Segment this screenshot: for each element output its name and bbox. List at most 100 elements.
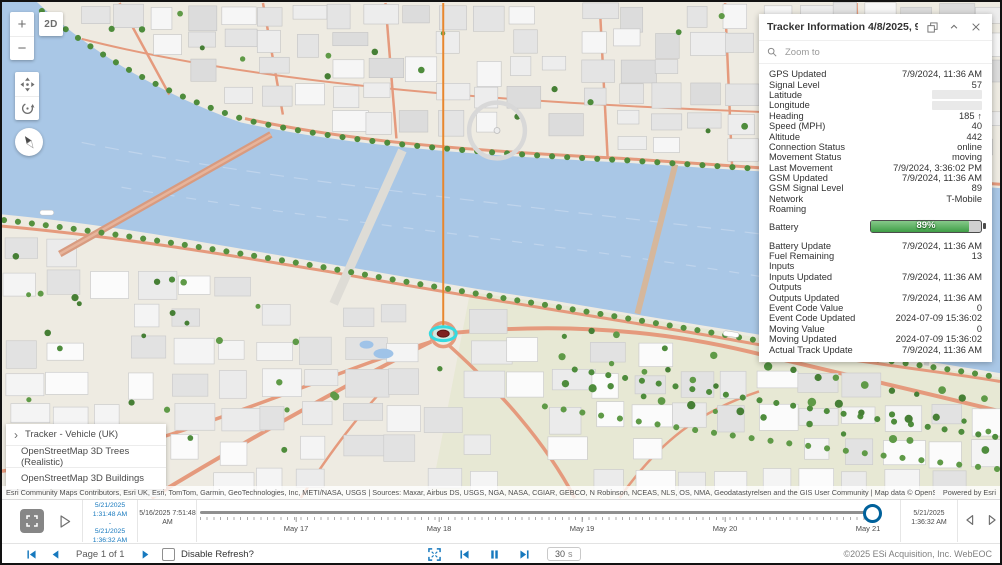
field-value: 40 xyxy=(972,121,982,131)
tracker-field-row: Event Code Updated 2024-07-09 15:36:02 xyxy=(769,313,982,323)
tracker-field-row: Altitude 442 xyxy=(769,131,982,141)
skip-to-end-button[interactable] xyxy=(517,547,532,562)
timeline-day-label: May 21 xyxy=(856,524,881,533)
expand-extent-icon xyxy=(26,515,38,527)
zoom-in-button[interactable]: + xyxy=(10,12,34,36)
field-label: Actual Track Update xyxy=(769,345,853,355)
heading-arrow-icon: ↑ xyxy=(978,111,983,121)
tracker-field-row: Outputs xyxy=(769,282,982,292)
boat xyxy=(40,210,54,215)
field-label: Network xyxy=(769,194,803,204)
fit-extent-button[interactable] xyxy=(427,547,442,562)
previous-page-icon xyxy=(49,548,62,561)
zoom-to-search xyxy=(759,40,992,64)
tracker-info-panel: Tracker Information 4/8/2025, 9:49 AM xyxy=(759,14,992,362)
previous-page-button[interactable] xyxy=(48,547,63,562)
field-label: Movement Status xyxy=(769,152,841,162)
pagination: Page 1 of 1 xyxy=(24,544,177,564)
layer-label: Tracker - Vehicle (UK) xyxy=(25,429,118,440)
interval-value: 30 xyxy=(555,549,565,559)
close-button[interactable] xyxy=(968,19,984,35)
field-value: 7/9/2024, 11:36 AM xyxy=(902,293,982,303)
powered-by-esri: Powered by Esri xyxy=(943,488,996,497)
compass-needle-icon xyxy=(19,132,39,152)
timeline-slider-handle[interactable] xyxy=(863,504,882,523)
field-value: 89 xyxy=(972,183,982,193)
timeline-play-button[interactable] xyxy=(52,509,76,533)
tracker-location-highlight[interactable] xyxy=(430,327,456,341)
dock-icon xyxy=(927,22,938,33)
pan-icon xyxy=(20,77,35,92)
search-icon xyxy=(767,47,777,57)
field-label: GSM Signal Level xyxy=(769,183,843,193)
field-label: Fuel Remaining xyxy=(769,251,834,261)
field-value: moving xyxy=(952,152,982,162)
field-label: Inputs xyxy=(769,261,794,271)
tracker-field-row: Roaming xyxy=(769,204,982,214)
skip-to-start-button[interactable] xyxy=(457,547,472,562)
time-slider: 5/21/2025 1:31:48 AM - 5/21/2025 1:36:32… xyxy=(2,499,1000,544)
field-value: 7/9/2024, 3:36:02 PM xyxy=(893,163,982,173)
field-value: 7/9/2024, 11:36 AM xyxy=(902,241,982,251)
playback-controls: 30 s xyxy=(427,544,581,564)
timeline-current-window[interactable]: 5/21/2025 1:31:48 AM - 5/21/2025 1:36:32… xyxy=(82,500,138,542)
tracker-field-row: GSM Updated 7/9/2024, 11:36 AM xyxy=(769,173,982,183)
field-value: 7/9/2024, 11:36 AM xyxy=(902,272,982,282)
close-icon xyxy=(971,22,981,32)
rotate-tool-button[interactable] xyxy=(15,96,39,120)
field-label: Roaming xyxy=(769,204,806,214)
timeline-day-label: May 17 xyxy=(284,524,309,533)
tracker-field-row: Fuel Remaining 13 xyxy=(769,251,982,261)
tracker-field-row: Outputs Updated 7/9/2024, 11:36 AM xyxy=(769,292,982,302)
first-page-button[interactable] xyxy=(24,547,39,562)
field-label: GSM Updated xyxy=(769,173,828,183)
next-page-icon xyxy=(139,548,152,561)
timeline-expand-button[interactable] xyxy=(20,509,44,533)
tracker-field-row: Moving Value 0 xyxy=(769,324,982,334)
refresh-interval-input[interactable]: 30 s xyxy=(547,547,581,561)
tracker-field-row: Inputs xyxy=(769,261,982,271)
timeline-range-start: 5/16/2025 7:51:48 AM xyxy=(139,500,197,542)
timeline-range-end: 5/21/2025 1:36:32 AM xyxy=(900,500,958,542)
field-label: Speed (MPH) xyxy=(769,121,825,131)
compass-button[interactable] xyxy=(15,128,43,156)
field-label: Event Code Updated xyxy=(769,313,855,323)
disable-refresh-checkbox[interactable] xyxy=(162,548,175,561)
collapse-button[interactable] xyxy=(946,19,962,35)
next-page-button[interactable] xyxy=(138,547,153,562)
dock-button[interactable] xyxy=(924,19,940,35)
timeline-step-forward-button[interactable] xyxy=(982,510,1002,530)
interval-unit: s xyxy=(568,549,573,559)
layer-list-item[interactable]: OpenStreetMap 3D Trees (Realistic) xyxy=(6,446,166,468)
pause-button[interactable] xyxy=(487,547,502,562)
zoom-to-input[interactable] xyxy=(783,46,937,59)
toggle-2d-container: 2D xyxy=(39,12,63,36)
bottom-toolbar: Page 1 of 1 Disable Refresh? xyxy=(2,543,1000,564)
field-value: 442 xyxy=(966,132,982,142)
fit-extent-icon xyxy=(428,548,441,561)
field-label: Connection Status xyxy=(769,142,845,152)
timeline-elapsed-bar xyxy=(200,511,870,514)
timeline-step-back-button[interactable] xyxy=(960,510,980,530)
chevron-up-icon xyxy=(949,22,959,32)
timeline-day-labels: May 17 May 18 May 19 May 20 May 21 xyxy=(200,522,880,536)
field-value: T-Mobile xyxy=(946,194,982,204)
field-value: 2024-07-09 15:36:02 xyxy=(896,334,982,344)
redacted-value-box xyxy=(932,101,982,110)
attribution-bar: Esri Community Maps Contributors, Esri U… xyxy=(2,486,1000,499)
zoom-out-button[interactable]: − xyxy=(10,36,34,60)
battery-percent: 89% xyxy=(871,220,981,231)
tracker-field-row: Speed (MPH) 40 xyxy=(769,121,982,131)
toggle-2d-button[interactable]: 2D xyxy=(39,12,63,36)
pan-tool-button[interactable] xyxy=(15,72,39,96)
tracker-field-row: Inputs Updated 7/9/2024, 11:36 AM xyxy=(769,272,982,282)
field-label: Moving Value xyxy=(769,324,825,334)
tracker-field-row: Actual Track Update 7/9/2024, 11:36 AM xyxy=(769,344,982,354)
layer-label: OpenStreetMap 3D Trees (Realistic) xyxy=(21,446,166,468)
layer-list-item[interactable]: › Tracker - Vehicle (UK) xyxy=(6,424,166,446)
timeline-day-label: May 19 xyxy=(570,524,595,533)
layer-list-panel: › Tracker - Vehicle (UK) OpenStreetMap 3… xyxy=(6,424,166,489)
tracker-field-row: Movement Status moving xyxy=(769,152,982,162)
field-value: 185 xyxy=(959,111,975,121)
field-label: Longitude xyxy=(769,100,810,110)
